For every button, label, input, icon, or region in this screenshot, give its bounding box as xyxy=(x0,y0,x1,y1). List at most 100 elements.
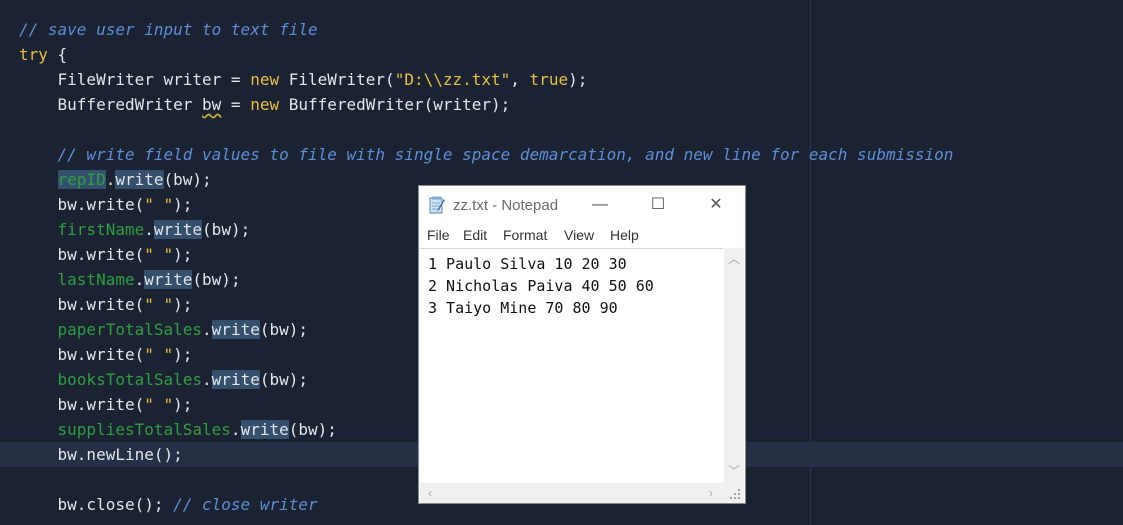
scroll-right-icon[interactable]: › xyxy=(704,486,718,500)
code-line-text: suppliesTotalSales.write(bw); xyxy=(19,417,337,442)
code-token: bw.close(); xyxy=(19,495,174,514)
text-line: 2 Nicholas Paiva 40 50 60 xyxy=(428,277,654,295)
code-line-text: repID.write(bw); xyxy=(19,167,212,192)
code-token: write xyxy=(153,220,203,239)
notepad-title: zz.txt - Notepad xyxy=(453,197,559,214)
close-button[interactable]: ✕ xyxy=(701,192,731,218)
code-line[interactable]: try { xyxy=(0,42,1123,67)
code-line-text: bw.write(" "); xyxy=(19,292,193,317)
code-line-text: bw.write(" "); xyxy=(19,192,193,217)
text-line: 1 Paulo Silva 10 20 30 xyxy=(428,255,627,273)
code-token: firstName xyxy=(57,220,145,239)
code-token: FileWriter( xyxy=(279,70,395,89)
notepad-content: 1 Paulo Silva 10 20 30 2 Nicholas Paiva 4… xyxy=(428,253,654,319)
code-token: (bw); xyxy=(192,270,241,289)
code-line-text: bw.write(" "); xyxy=(19,242,193,267)
code-line-text: firstName.write(bw); xyxy=(19,217,250,242)
code-token: write xyxy=(115,170,164,189)
menu-edit[interactable]: Edit xyxy=(463,227,487,243)
code-line-text: // save user input to text file xyxy=(19,17,318,42)
code-token: bw.write( xyxy=(19,395,145,414)
code-token: " " xyxy=(144,395,174,414)
notepad-text-area[interactable]: 1 Paulo Silva 10 20 30 2 Nicholas Paiva 4… xyxy=(420,248,723,503)
code-token: (bw); xyxy=(202,220,251,239)
scroll-down-icon[interactable]: ﹀ xyxy=(727,464,741,478)
menu-view[interactable]: View xyxy=(564,227,594,243)
code-token: "D:\\zz.txt" xyxy=(394,70,511,89)
notepad-title-bar[interactable]: zz.txt - Notepad — ☐ ✕ xyxy=(419,186,745,224)
code-token: bw.write( xyxy=(19,345,145,364)
code-token: . xyxy=(202,370,212,389)
code-line[interactable]: // write field values to file with singl… xyxy=(0,142,1123,167)
code-token: lastName xyxy=(57,270,135,289)
code-token: . xyxy=(202,320,212,339)
code-token: bw xyxy=(202,95,222,114)
code-token: { xyxy=(47,45,68,64)
code-line-text: FileWriter writer = new FileWriter("D:\\… xyxy=(19,67,588,92)
minimize-button[interactable]: — xyxy=(585,192,615,218)
code-token: = xyxy=(221,95,251,114)
code-line[interactable]: // save user input to text file xyxy=(0,17,1123,42)
code-token: bw.write( xyxy=(19,295,145,314)
code-token: . xyxy=(105,170,116,189)
menu-format[interactable]: Format xyxy=(503,227,547,243)
text-line: 3 Taiyo Mine 70 80 90 xyxy=(428,299,618,317)
code-line-text: BufferedWriter bw = new BufferedWriter(w… xyxy=(19,92,511,117)
code-token: paperTotalSales xyxy=(57,320,203,339)
code-token: // save user input to text file xyxy=(19,20,318,39)
vertical-scrollbar[interactable]: ︿ ﹀ xyxy=(724,248,744,483)
code-token: ); xyxy=(173,245,193,264)
resize-grip-icon[interactable] xyxy=(724,483,744,503)
code-token: , xyxy=(510,70,530,89)
code-token: write xyxy=(240,420,289,439)
code-line-text: bw.write(" "); xyxy=(19,392,193,417)
code-token: FileWriter writer = xyxy=(19,70,251,89)
code-token: booksTotalSales xyxy=(57,370,203,389)
menu-help[interactable]: Help xyxy=(610,227,639,243)
notepad-window[interactable]: zz.txt - Notepad — ☐ ✕ File Edit Format … xyxy=(418,185,746,504)
menu-file[interactable]: File xyxy=(427,227,450,243)
maximize-button[interactable]: ☐ xyxy=(643,192,673,218)
code-token: . xyxy=(144,220,154,239)
code-token: write xyxy=(144,270,193,289)
notepad-icon xyxy=(429,196,445,214)
code-token: (bw); xyxy=(259,370,309,389)
scroll-up-icon[interactable]: ︿ xyxy=(727,252,741,266)
horizontal-scrollbar[interactable]: ‹ › xyxy=(420,483,724,503)
code-token: suppliesTotalSales xyxy=(57,420,231,439)
code-token: ); xyxy=(173,395,193,414)
code-token: // close writer xyxy=(173,495,318,514)
code-token: BufferedWriter xyxy=(19,95,203,114)
code-token: true xyxy=(529,70,569,89)
code-line[interactable] xyxy=(0,117,1123,142)
code-token: ); xyxy=(173,195,193,214)
code-token: new xyxy=(250,70,280,89)
code-token: " " xyxy=(144,295,174,314)
code-token: bw.write( xyxy=(19,245,145,264)
code-line-text: // write field values to file with singl… xyxy=(19,142,954,167)
code-token: " " xyxy=(144,195,174,214)
scroll-left-icon[interactable]: ‹ xyxy=(423,486,437,500)
code-line[interactable]: FileWriter writer = new FileWriter("D:\\… xyxy=(0,67,1123,92)
code-line-text: paperTotalSales.write(bw); xyxy=(19,317,308,342)
code-token: write xyxy=(211,320,260,339)
code-token: ); xyxy=(568,70,588,89)
code-token: // write field values to file with singl… xyxy=(19,145,954,164)
code-token: (bw); xyxy=(163,170,212,189)
code-line-text: bw.close(); // close writer xyxy=(19,492,318,517)
code-line[interactable]: BufferedWriter bw = new BufferedWriter(w… xyxy=(0,92,1123,117)
code-token: (bw); xyxy=(288,420,337,439)
code-token: try xyxy=(19,45,48,64)
code-token: . xyxy=(230,420,241,439)
code-token: bw.write( xyxy=(19,195,145,214)
code-token: ); xyxy=(173,345,193,364)
code-token: " " xyxy=(144,345,174,364)
notepad-menu-bar: File Edit Format View Help xyxy=(419,224,745,246)
code-token: " " xyxy=(144,245,174,264)
code-line-text: booksTotalSales.write(bw); xyxy=(19,367,308,392)
